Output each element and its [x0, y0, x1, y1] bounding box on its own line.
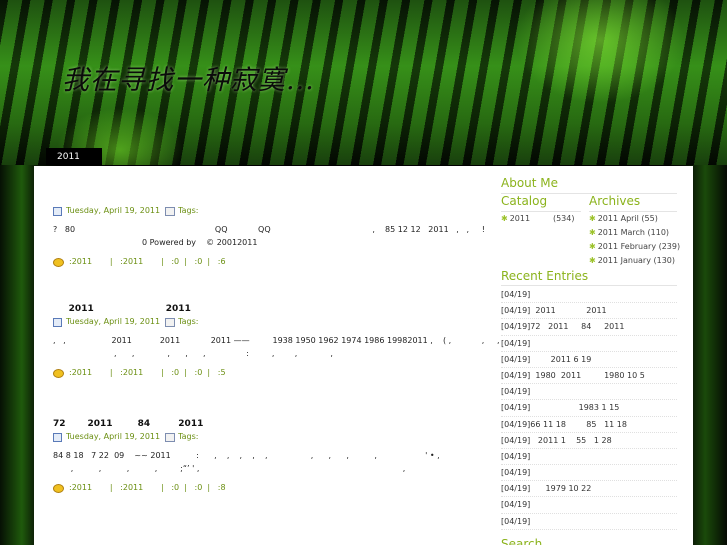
- post-body-line: 84 8 18 7 22 09 ~~ 2011 : , , , , , , , …: [53, 451, 440, 460]
- post-footer: :2011 | :2011 | :0 | :0 | :6: [53, 255, 483, 269]
- recent-entry[interactable]: [04/19]: [501, 465, 677, 482]
- post-body: ? 80 QQ QQ , 85 12 12 2011 , , ! 0 Power…: [53, 223, 485, 249]
- tag-icon: [165, 317, 176, 327]
- post-body-line: ? 80 QQ QQ , 85 12 12 2011 , , !: [53, 225, 485, 234]
- post-tags-label: Tags:: [178, 317, 199, 326]
- tag-icon: [165, 206, 176, 216]
- comment-icon: [53, 368, 64, 378]
- post-body-line: , , 2011 2011 2011 —— 1938 1950 1962 197…: [53, 336, 500, 345]
- catalog-item[interactable]: ✱ 2011 (534): [501, 212, 581, 226]
- recent-entries-list: [04/19] [04/19] 2011 2011 [04/19]72 2011…: [501, 287, 677, 530]
- star-icon: ✱: [589, 228, 596, 237]
- catalog-heading: Catalog: [501, 194, 548, 208]
- post-body: 84 8 18 7 22 09 ~~ 2011 : , , , , , , , …: [53, 449, 483, 475]
- post-title[interactable]: 2011 2011: [53, 303, 483, 315]
- recent-entry[interactable]: [04/19]: [501, 384, 677, 401]
- archive-item-label: 2011 April (55): [597, 214, 658, 223]
- post-date[interactable]: Tuesday, April 19, 2011: [66, 204, 160, 218]
- calendar-icon: [53, 206, 62, 216]
- recent-entry[interactable]: [04/19] 1979 10 22: [501, 481, 677, 498]
- nav-tab-2011[interactable]: 2011: [46, 148, 102, 165]
- archives-heading: Archives: [589, 194, 641, 208]
- archive-item[interactable]: ✱ 2011 March (110): [589, 226, 677, 240]
- post-body-line: , , , , ;“’ ' , ,: [53, 464, 406, 473]
- post-2: 2011 2011 Tuesday, April 19, 2011 Tags: …: [53, 303, 500, 380]
- recent-entry[interactable]: [04/19] 2011 6 19: [501, 352, 677, 368]
- calendar-icon: [53, 432, 62, 442]
- recent-entry[interactable]: [04/19] 2011 2011: [501, 303, 677, 320]
- star-icon: ✱: [589, 214, 596, 223]
- post-footer-stats[interactable]: :2011 | :2011 | :0 | :0 | :6: [69, 255, 226, 269]
- post-tags-label: Tags:: [178, 432, 199, 441]
- star-icon: ✱: [589, 242, 596, 251]
- archive-item[interactable]: ✱ 2011 January (130): [589, 254, 677, 268]
- post-meta: Tuesday, April 19, 2011 Tags:: [53, 204, 483, 218]
- post-footer-stats[interactable]: :2011 | :2011 | :0 | :0 | :8: [69, 481, 226, 495]
- site-title[interactable]: 我在寻找一种寂寞...: [62, 58, 315, 97]
- star-icon: ✱: [589, 256, 596, 265]
- post-3: 72 2011 84 2011 Tuesday, April 19, 2011 …: [53, 418, 483, 495]
- header-banner: 我在寻找一种寂寞... 2011: [0, 0, 727, 165]
- catalog-item-label: 2011 (534): [509, 214, 575, 223]
- recent-entry[interactable]: [04/19]: [501, 287, 677, 304]
- recent-entry[interactable]: [04/19] 2011 1 55 1 28: [501, 433, 677, 449]
- about-me-heading[interactable]: About Me: [501, 176, 558, 190]
- post-tags-label: Tags:: [178, 206, 199, 215]
- post-footer: :2011 | :2011 | :0 | :0 | :8: [53, 481, 483, 495]
- archive-item[interactable]: ✱ 2011 April (55): [589, 212, 677, 226]
- catalog-list: ✱ 2011 (534): [501, 212, 581, 226]
- tag-icon: [165, 432, 176, 442]
- post-body: , , 2011 2011 2011 —— 1938 1950 1962 197…: [53, 334, 500, 360]
- recent-entry[interactable]: [04/19] 1980 2011 1980 10 5: [501, 368, 677, 385]
- post-footer: :2011 | :2011 | :0 | :0 | :5: [53, 366, 483, 380]
- comment-icon: [53, 257, 64, 267]
- divider: [501, 285, 677, 286]
- post-meta: Tuesday, April 19, 2011 Tags:: [53, 315, 483, 329]
- post-body-line: , , , , , : , , ,: [53, 349, 333, 358]
- archives-list: ✱ 2011 April (55) ✱ 2011 March (110) ✱ 2011…: [589, 212, 681, 268]
- post-date[interactable]: Tuesday, April 19, 2011: [66, 315, 160, 329]
- comment-icon: [53, 483, 64, 493]
- archive-item[interactable]: ✱ 2011 February (239): [589, 240, 681, 254]
- post-date[interactable]: Tuesday, April 19, 2011: [66, 430, 160, 444]
- recent-entry[interactable]: [04/19]: [501, 514, 677, 530]
- post-footer-stats[interactable]: :2011 | :2011 | :0 | :0 | :5: [69, 366, 226, 380]
- recent-entry[interactable]: [04/19]: [501, 497, 677, 514]
- recent-entry[interactable]: [04/19]72 2011 84 2011: [501, 319, 677, 336]
- recent-entry[interactable]: [04/19]66 11 18 85 11 18: [501, 417, 677, 433]
- recent-entry[interactable]: [04/19]: [501, 449, 677, 466]
- search-heading: Search: [501, 537, 543, 545]
- recent-entry[interactable]: [04/19]: [501, 336, 677, 352]
- archive-item-label: 2011 February (239): [597, 242, 681, 251]
- archive-item-label: 2011 March (110): [597, 228, 670, 237]
- recent-entries-heading: Recent Entries: [501, 269, 589, 283]
- post-title[interactable]: 72 2011 84 2011: [53, 418, 483, 430]
- post-1: Tuesday, April 19, 2011 Tags: ? 80 QQ QQ…: [53, 204, 485, 269]
- calendar-icon: [53, 317, 62, 327]
- post-meta: Tuesday, April 19, 2011 Tags:: [53, 430, 483, 444]
- post-body-line: 0 Powered by © 20012011: [53, 238, 258, 247]
- archive-item-label: 2011 January (130): [597, 256, 675, 265]
- content-panel: Tuesday, April 19, 2011 Tags: ? 80 QQ QQ…: [34, 166, 693, 545]
- recent-entry[interactable]: [04/19] 1983 1 15: [501, 400, 677, 417]
- star-icon: ✱: [501, 214, 508, 223]
